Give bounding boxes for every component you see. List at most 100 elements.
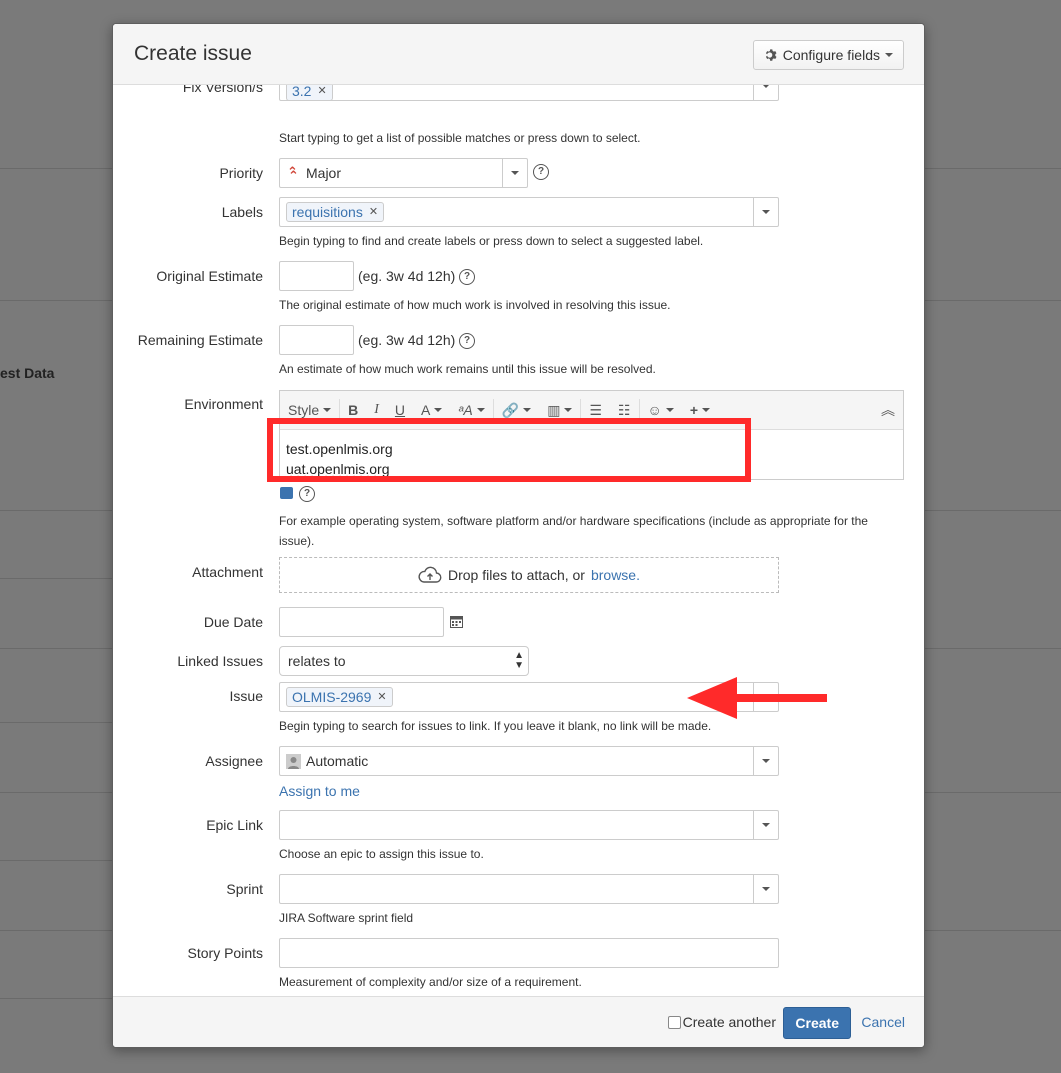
red-highlight-annotation <box>267 418 751 482</box>
original-estimate-help: The original estimate of how much work i… <box>279 298 671 312</box>
issue-label: Issue <box>229 688 263 704</box>
bullet-list-icon[interactable]: ☰ <box>581 402 610 419</box>
collapse-toolbar-icon[interactable]: ︽ <box>873 400 903 420</box>
chevron-down-icon <box>885 53 893 57</box>
red-arrow-annotation <box>687 677 827 719</box>
help-icon[interactable]: ? <box>459 269 475 285</box>
gear-icon <box>765 49 777 61</box>
text-effects-icon[interactable]: ᵃA <box>450 402 492 418</box>
attachment-label: Attachment <box>192 564 263 580</box>
dropdown-toggle[interactable] <box>753 85 778 100</box>
epic-link-select[interactable] <box>279 810 779 840</box>
underline-icon[interactable]: U <box>387 402 413 418</box>
dialog-title: Create issue <box>134 42 252 65</box>
original-estimate-label: Original Estimate <box>156 268 263 284</box>
fix-version-chip-label: 3.2 <box>292 85 312 99</box>
fix-version-chip: 3.2 ✕ <box>286 85 333 101</box>
background-divider <box>0 998 112 999</box>
priority-select[interactable]: ⌃ ⌃ Major <box>279 158 528 188</box>
labels-label: Labels <box>221 204 263 220</box>
insert-more-icon[interactable]: + <box>682 402 718 418</box>
configure-fields-button[interactable]: Configure fields <box>752 40 904 70</box>
dropdown-toggle[interactable] <box>753 747 778 775</box>
chevron-down-icon <box>476 408 485 412</box>
attachment-icon[interactable]: ▥ <box>539 402 580 419</box>
original-estimate-hint: (eg. 3w 4d 12h) <box>358 268 456 284</box>
background-divider <box>924 930 1061 931</box>
sprint-help: JIRA Software sprint field <box>279 911 414 925</box>
background-divider <box>0 168 112 169</box>
fix-version-field[interactable]: 3.2 ✕ <box>279 85 779 101</box>
fix-version-help: Start typing to get a list of possible m… <box>279 131 641 145</box>
chevron-down-icon <box>434 408 443 412</box>
dialog-footer: Create another Create Cancel <box>113 996 924 1047</box>
labels-field[interactable]: requisitions ✕ <box>279 197 779 227</box>
create-another-checkbox[interactable]: Create another <box>667 1014 776 1030</box>
story-points-input[interactable] <box>279 938 779 968</box>
labels-chip-label: requisitions <box>292 204 363 220</box>
link-type-select[interactable]: relates to ▲ ▼ <box>279 646 529 676</box>
due-date-label: Due Date <box>203 614 263 630</box>
create-button[interactable]: Create <box>783 1007 851 1039</box>
issue-help: Begin typing to search for issues to lin… <box>279 719 712 733</box>
environment-label: Environment <box>184 396 263 412</box>
assign-to-me-link[interactable]: Assign to me <box>279 783 360 799</box>
story-points-help: Measurement of complexity and/or size of… <box>279 975 582 989</box>
avatar <box>286 754 301 769</box>
issue-chip: OLMIS-2969 ✕ <box>286 687 393 707</box>
remaining-estimate-input[interactable] <box>279 325 354 355</box>
background-divider <box>924 300 1061 301</box>
epic-link-label: Epic Link <box>206 817 263 833</box>
bold-icon[interactable]: B <box>340 402 366 418</box>
chevron-down-icon <box>523 408 532 412</box>
cancel-link[interactable]: Cancel <box>861 1014 905 1030</box>
link-type-value: relates to <box>288 653 346 669</box>
visual-mode-icon[interactable] <box>280 487 293 499</box>
link-icon[interactable]: 🔗 <box>494 402 539 419</box>
numbered-list-icon[interactable]: ☷ <box>610 402 639 419</box>
updown-icon: ▲ ▼ <box>514 650 524 671</box>
chevron-down-icon <box>762 85 770 88</box>
italic-icon[interactable]: I <box>366 402 387 418</box>
text-color-icon[interactable]: A <box>413 402 450 418</box>
background-divider <box>0 722 112 723</box>
remaining-estimate-label: Remaining Estimate <box>137 332 263 348</box>
remove-icon[interactable]: ✕ <box>369 203 378 221</box>
help-icon[interactable]: ? <box>533 164 549 180</box>
chevron-down-icon <box>665 408 674 412</box>
original-estimate-input[interactable] <box>279 261 354 291</box>
chevron-down-icon <box>762 823 770 827</box>
background-divider <box>924 510 1061 511</box>
dropdown-toggle[interactable] <box>753 198 778 226</box>
background-divider <box>0 860 112 861</box>
calendar-icon[interactable] <box>450 615 463 628</box>
chevron-down-icon <box>564 408 573 412</box>
epic-link-help: Choose an epic to assign this issue to. <box>279 847 484 861</box>
sprint-select[interactable] <box>279 874 779 904</box>
story-points-label: Story Points <box>187 945 263 961</box>
background-divider <box>0 930 112 931</box>
background-divider <box>924 168 1061 169</box>
fix-version-label: Fix Version/s <box>182 85 263 95</box>
assignee-select[interactable]: Automatic <box>279 746 779 776</box>
labels-help: Begin typing to find and create labels o… <box>279 234 704 248</box>
attachment-dropzone[interactable]: Drop files to attach, or browse. <box>279 557 779 593</box>
emoji-icon[interactable]: ☺ <box>640 402 682 418</box>
due-date-input[interactable] <box>279 607 444 637</box>
dropdown-toggle[interactable] <box>753 811 778 839</box>
configure-fields-label: Configure fields <box>782 47 880 63</box>
priority-value: Major <box>306 165 342 181</box>
style-label: Style <box>288 402 320 418</box>
remove-icon[interactable]: ✕ <box>317 85 326 100</box>
style-dropdown[interactable]: Style <box>280 402 339 418</box>
checkbox-box[interactable] <box>667 1015 681 1029</box>
browse-link[interactable]: browse. <box>591 567 640 583</box>
help-icon[interactable]: ? <box>299 486 315 502</box>
background-divider <box>0 300 112 301</box>
dropdown-toggle[interactable] <box>502 159 527 187</box>
issue-chip-label: OLMIS-2969 <box>292 689 372 705</box>
dropzone-text: Drop files to attach, or <box>448 567 585 583</box>
remove-icon[interactable]: ✕ <box>377 688 386 706</box>
dropdown-toggle[interactable] <box>753 875 778 903</box>
help-icon[interactable]: ? <box>459 333 475 349</box>
